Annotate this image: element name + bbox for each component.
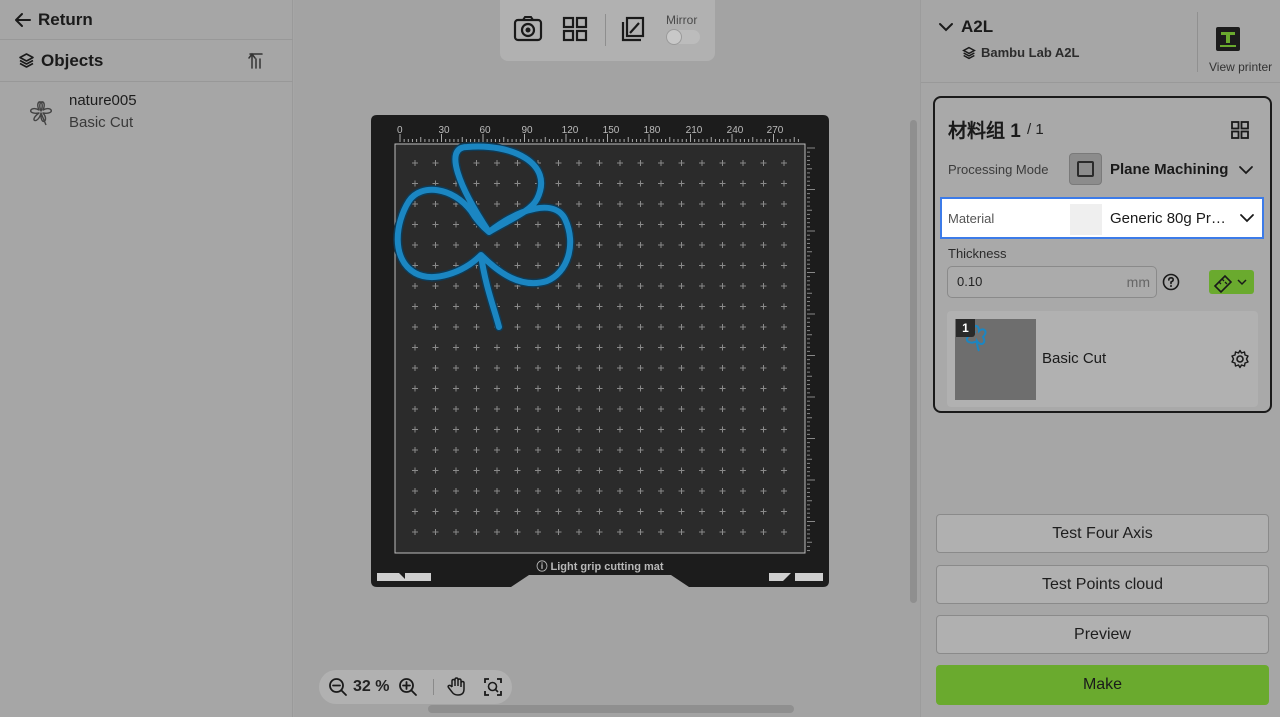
layers-icon — [962, 46, 976, 60]
preset-index-badge: 1 — [956, 319, 975, 337]
objects-header: Objects — [0, 40, 293, 82]
view-printer-label: View printer — [1209, 60, 1273, 74]
object-process: Basic Cut — [69, 114, 134, 131]
toggle-knob — [666, 29, 682, 45]
test-points-cloud-button[interactable]: Test Points cloud — [936, 565, 1269, 604]
grid-button[interactable] — [560, 14, 590, 44]
return-button[interactable]: Return — [0, 0, 293, 40]
material-group-card: 材料组 1 / 1 Processing Mode Plane Machinin… — [933, 96, 1272, 413]
header-divider — [1197, 12, 1198, 72]
thickness-unit: mm — [1126, 274, 1150, 290]
material-swatch — [1070, 204, 1102, 235]
camera-icon — [513, 16, 543, 42]
sort-icon[interactable] — [247, 51, 265, 71]
toolbar-divider — [605, 14, 606, 46]
material-value: Generic 80g Printing Paper — [1110, 210, 1228, 227]
chevron-down-icon — [1240, 214, 1254, 223]
view-printer-button[interactable]: View printer — [1205, 26, 1277, 76]
material-group-count: / 1 — [1027, 121, 1044, 138]
arrow-left-icon — [15, 12, 31, 27]
measure-thickness-button[interactable] — [1209, 270, 1254, 294]
grid-icon[interactable] — [1230, 120, 1250, 140]
right-panel: A2L Bambu Lab A2L View printer 材料组 1 / 1 — [920, 0, 1280, 717]
ruler-tick-label: 240 — [727, 125, 744, 136]
return-label: Return — [38, 9, 93, 29]
cutting-mat[interactable]: 0 30 60 90 120 150 180 210 240 270 ⓘ Lig… — [371, 115, 829, 589]
mat-caption: ⓘ Light grip cutting mat — [536, 561, 664, 573]
edit-image-icon — [621, 16, 645, 42]
corner-tab — [405, 573, 431, 581]
chevron-down-icon — [1239, 166, 1253, 175]
left-panel: Return Objects nature005 Basic Cut — [0, 0, 293, 717]
ruler-tick-label: 60 — [479, 125, 491, 136]
canvas-area[interactable]: Mirror 0 30 60 90 120 150 180 210 240 27… — [294, 0, 920, 717]
processing-mode-value: Plane Machining — [1110, 161, 1229, 178]
preview-button[interactable]: Preview — [936, 615, 1269, 654]
camera-button[interactable] — [513, 14, 543, 44]
fit-view-icon[interactable] — [483, 677, 503, 697]
processing-mode-label: Processing Mode — [948, 162, 1049, 177]
printer-model: Bambu Lab A2L — [981, 45, 1080, 60]
ruler-tick-label: 30 — [438, 125, 450, 136]
material-group-title: 材料组 1 — [948, 121, 1021, 142]
mirror-label: Mirror — [666, 13, 698, 27]
printer-icon — [1216, 27, 1240, 51]
zoom-in-icon[interactable] — [398, 677, 418, 697]
ruler-tick-label: 270 — [767, 125, 784, 136]
objects-title: Objects — [41, 50, 104, 70]
mat-graphic: 0 30 60 90 120 150 180 210 240 270 — [371, 115, 829, 587]
clover-icon — [30, 101, 52, 126]
processing-mode-icon — [1069, 153, 1102, 185]
process-preset-card[interactable]: 1 Basic Cut — [947, 311, 1258, 407]
vertical-scrollbar[interactable] — [910, 120, 917, 603]
grid-icon — [562, 16, 588, 42]
canvas-toolbar: Mirror — [500, 0, 715, 61]
ruler-icon — [1213, 274, 1247, 294]
ruler-tick-label: 210 — [686, 125, 703, 136]
hand-pan-icon[interactable] — [446, 677, 466, 697]
object-name: nature005 — [69, 92, 137, 109]
printer-header: A2L Bambu Lab A2L View printer — [921, 0, 1280, 83]
mirror-toggle[interactable] — [666, 29, 700, 45]
layers-icon — [19, 53, 34, 68]
corner-tab — [795, 573, 823, 581]
ruler-tick-label: 0 — [397, 125, 403, 136]
material-label: Material — [948, 211, 995, 226]
zoom-divider — [433, 679, 434, 695]
zoom-value: 32 % — [353, 678, 390, 695]
ruler-tick-label: 180 — [644, 125, 661, 136]
help-icon[interactable] — [1162, 273, 1180, 291]
zoom-bar: 32 % — [319, 670, 512, 704]
gear-icon[interactable] — [1230, 349, 1250, 369]
thickness-label: Thickness — [948, 246, 1007, 261]
material-select[interactable]: Material Generic 80g Printing Paper — [940, 197, 1264, 239]
make-button[interactable]: Make — [936, 665, 1269, 705]
preset-label: Basic Cut — [1042, 350, 1107, 367]
thickness-value: 0.10 — [957, 274, 983, 289]
horizontal-scrollbar[interactable] — [428, 705, 794, 713]
ruler-tick-label: 120 — [562, 125, 579, 136]
printer-name[interactable]: A2L — [961, 17, 993, 37]
edit-image-button[interactable] — [617, 14, 647, 44]
object-list-item[interactable]: nature005 Basic Cut — [0, 88, 293, 136]
zoom-out-icon[interactable] — [328, 677, 348, 697]
processing-mode-select[interactable]: Processing Mode Plane Machining — [935, 153, 1270, 187]
ruler-tick-label: 90 — [521, 125, 533, 136]
ruler-tick-label: 150 — [603, 125, 620, 136]
chevron-down-icon[interactable] — [938, 21, 954, 33]
thickness-input[interactable]: 0.10 mm — [947, 266, 1157, 298]
test-four-axis-button[interactable]: Test Four Axis — [936, 514, 1269, 553]
